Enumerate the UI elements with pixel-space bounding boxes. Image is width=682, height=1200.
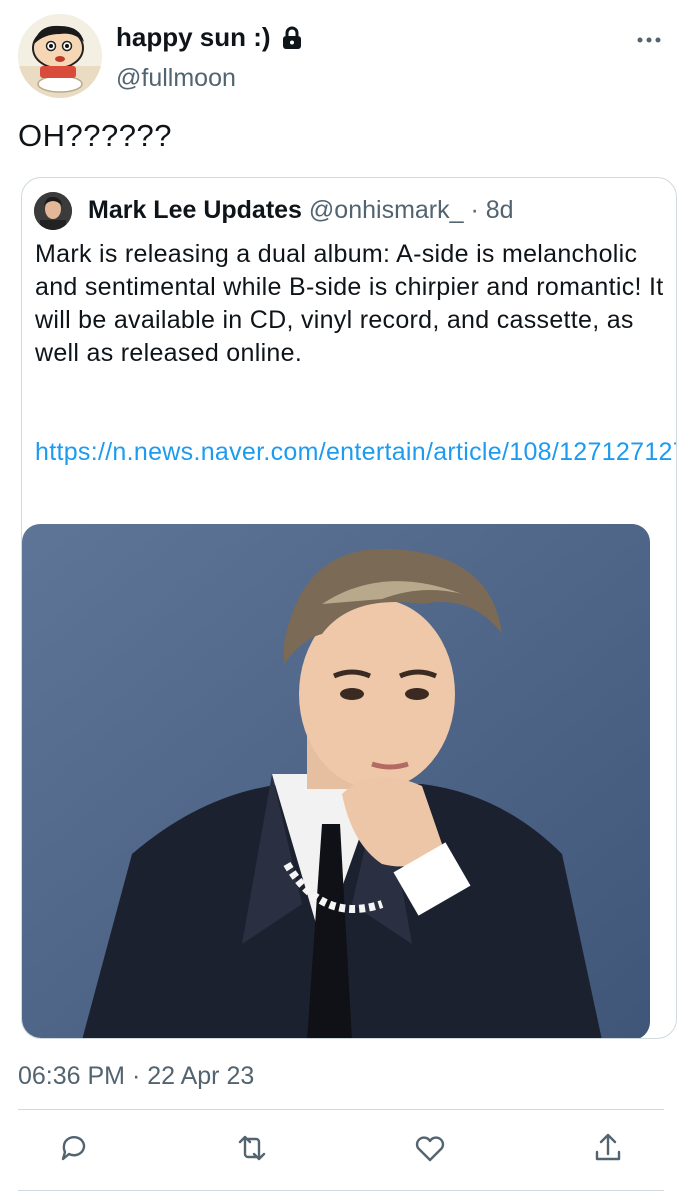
retweet-icon[interactable] xyxy=(234,1130,270,1166)
quoted-tweet-card[interactable]: Mark Lee Updates @onhismark_ · 8d Mark i… xyxy=(21,177,677,1039)
share-icon[interactable] xyxy=(590,1130,626,1166)
quote-header: Mark Lee Updates @onhismark_ · 8d xyxy=(88,196,514,225)
like-icon[interactable] xyxy=(412,1130,448,1166)
quote-link[interactable]: https://n.news.naver.com/entertain/artic… xyxy=(35,436,676,469)
quote-author-avatar[interactable] xyxy=(34,192,72,230)
author-avatar[interactable] xyxy=(18,14,102,98)
author-display-name[interactable]: happy sun :) xyxy=(116,22,271,53)
quote-age: 8d xyxy=(485,196,514,224)
tweet-actions xyxy=(0,1130,682,1170)
quote-author-handle[interactable]: @onhismark_ xyxy=(309,196,464,224)
tweet-timestamp[interactable]: 06:36 PM · 22 Apr 23 xyxy=(18,1062,254,1091)
person-avatar-icon xyxy=(34,192,72,230)
quote-text: Mark is releasing a dual album: A-side i… xyxy=(35,240,664,367)
lock-icon xyxy=(279,25,305,51)
quote-author-name[interactable]: Mark Lee Updates xyxy=(88,196,302,224)
photo-of-person-icon xyxy=(22,524,650,1038)
more-horizontal-icon[interactable] xyxy=(636,30,662,50)
reply-icon[interactable] xyxy=(56,1130,92,1166)
author-handle[interactable]: @fullmoon xyxy=(116,64,236,93)
quote-photo[interactable] xyxy=(22,524,650,1038)
author-name-row[interactable]: happy sun :) xyxy=(116,22,305,53)
cartoon-avatar-icon xyxy=(18,14,102,98)
divider xyxy=(18,1190,664,1191)
tweet-text: OH?????? xyxy=(18,118,172,153)
divider xyxy=(18,1109,664,1110)
quote-separator: · xyxy=(470,196,479,224)
